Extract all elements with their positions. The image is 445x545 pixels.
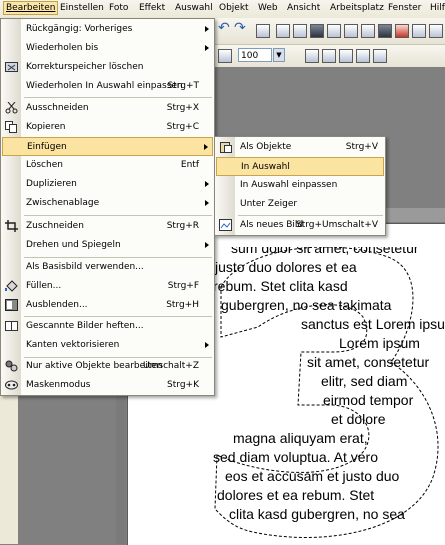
menu-separator xyxy=(24,97,212,98)
submenu-arrow-icon xyxy=(205,45,209,51)
menu-arbeitsplatz[interactable]: Arbeitsplatz xyxy=(330,3,384,13)
menu-item-fade[interactable]: Ausblenden... Strg+H xyxy=(2,296,213,315)
brush-icon[interactable] xyxy=(395,24,409,38)
undo-icon[interactable]: ↶ xyxy=(218,20,230,36)
menu-item-delete[interactable]: Löschen Entf xyxy=(2,156,213,175)
mask-icon xyxy=(5,380,18,390)
menu-item-copy[interactable]: Kopieren Strg+C xyxy=(2,118,213,137)
paste-submenu: Als Objekte Strg+V In Auswahl In Auswahl … xyxy=(214,136,386,236)
menu-item-redo-to[interactable]: Wiederholen bis xyxy=(2,39,213,58)
disk-icon[interactable] xyxy=(361,24,375,38)
menu-item-clipboard[interactable]: Zwischenablage xyxy=(2,194,213,213)
tools-icon[interactable] xyxy=(429,24,443,38)
menu-foto[interactable]: Foto xyxy=(109,3,128,13)
menu-item-fill[interactable]: Füllen... Strg+F xyxy=(2,277,213,296)
camera-icon[interactable] xyxy=(412,24,426,38)
fit-view-icon[interactable] xyxy=(305,49,319,63)
menu-effekt[interactable]: Effekt xyxy=(139,3,165,13)
submenu-item-as-new-image[interactable]: Als neues Bild Strg+Umschalt+V xyxy=(216,216,384,235)
window-icon[interactable] xyxy=(344,24,358,38)
submenu-arrow-icon xyxy=(205,181,209,187)
submenu-item-into-selection[interactable]: In Auswahl xyxy=(216,157,384,176)
new-image-icon xyxy=(219,219,232,231)
paste-icon xyxy=(220,142,232,153)
submenu-item-under-cursor[interactable]: Unter Zeiger xyxy=(216,195,384,214)
display-icon[interactable] xyxy=(310,24,324,38)
scissors-icon xyxy=(5,102,18,114)
menu-web[interactable]: Web xyxy=(258,3,278,13)
zoom-dropdown-icon[interactable]: ▼ xyxy=(273,48,285,62)
print-icon[interactable] xyxy=(276,24,290,38)
redo-icon[interactable]: ↷ xyxy=(234,20,246,36)
menu-item-use-as-base[interactable]: Als Basisbild verwenden... xyxy=(2,258,213,277)
menu-item-paste[interactable]: Einfügen xyxy=(2,137,213,156)
submenu-item-as-objects[interactable]: Als Objekte Strg+V xyxy=(216,138,384,157)
photo-icon[interactable] xyxy=(378,24,392,38)
film-icon[interactable] xyxy=(327,24,341,38)
selection-marquee xyxy=(214,247,439,538)
edit-menu: Rückgängig: Vorheriges Wiederholen bis K… xyxy=(0,18,215,396)
copy-icon xyxy=(5,121,17,133)
paint-bucket-icon xyxy=(5,280,18,292)
stitch-icon xyxy=(5,321,18,331)
menu-item-mask-mode[interactable]: Maskenmodus Strg+K xyxy=(2,376,213,395)
menu-hilfe[interactable]: Hilfe xyxy=(430,3,445,13)
crop-icon xyxy=(5,220,18,232)
menu-item-crop[interactable]: Zuschneiden Strg+R xyxy=(2,217,213,236)
image-icon[interactable] xyxy=(293,24,307,38)
menu-bearbeiten[interactable]: Bearbeiten xyxy=(3,1,59,15)
zoom-spin-icon[interactable] xyxy=(218,49,232,63)
clear-history-icon xyxy=(5,62,18,72)
menu-objekt[interactable]: Objekt xyxy=(219,3,249,13)
submenu-arrow-icon xyxy=(205,200,209,206)
menu-item-cut[interactable]: Ausschneiden Strg+X xyxy=(2,99,213,118)
grid-icon[interactable] xyxy=(339,49,353,63)
guide-icon[interactable] xyxy=(373,49,387,63)
menu-bar: Bearbeiten Einstellen Foto Effekt Auswah… xyxy=(0,0,445,19)
submenu-arrow-icon xyxy=(204,144,208,150)
menu-item-duplicate[interactable]: Duplizieren xyxy=(2,175,213,194)
submenu-item-fit-selection[interactable]: In Auswahl einpassen xyxy=(216,176,384,195)
objects-icon xyxy=(5,360,18,372)
zoom-input[interactable]: 100 xyxy=(238,48,272,62)
menu-auswahl[interactable]: Auswahl xyxy=(175,3,213,13)
menu-item-clear-history[interactable]: Korrekturspeicher löschen xyxy=(2,58,213,77)
menu-fenster[interactable]: Fenster xyxy=(388,3,421,13)
ruler-icon[interactable] xyxy=(356,49,370,63)
menu-item-undo[interactable]: Rückgängig: Vorheriges xyxy=(2,20,213,39)
submenu-arrow-icon xyxy=(205,242,209,248)
fade-icon xyxy=(5,299,18,311)
menu-ansicht[interactable]: Ansicht xyxy=(287,3,320,13)
menu-separator xyxy=(24,215,212,216)
submenu-arrow-icon xyxy=(205,26,209,32)
menu-item-stitch[interactable]: Gescannte Bilder heften... xyxy=(2,317,213,336)
actual-size-icon[interactable] xyxy=(322,49,336,63)
scanner-icon[interactable] xyxy=(256,24,270,38)
menu-item-repeat[interactable]: Wiederholen In Auswahl einpassen Strg+T xyxy=(2,77,213,96)
menu-einstellen[interactable]: Einstellen xyxy=(60,3,104,13)
submenu-arrow-icon xyxy=(205,342,209,348)
menu-item-vectorize[interactable]: Kanten vektorisieren xyxy=(2,336,213,355)
menu-item-active-objects-only[interactable]: Nur aktive Objekte bearbeiten Umschalt+Z xyxy=(2,357,213,376)
menu-item-rotate-flip[interactable]: Drehen und Spiegeln xyxy=(2,236,213,255)
